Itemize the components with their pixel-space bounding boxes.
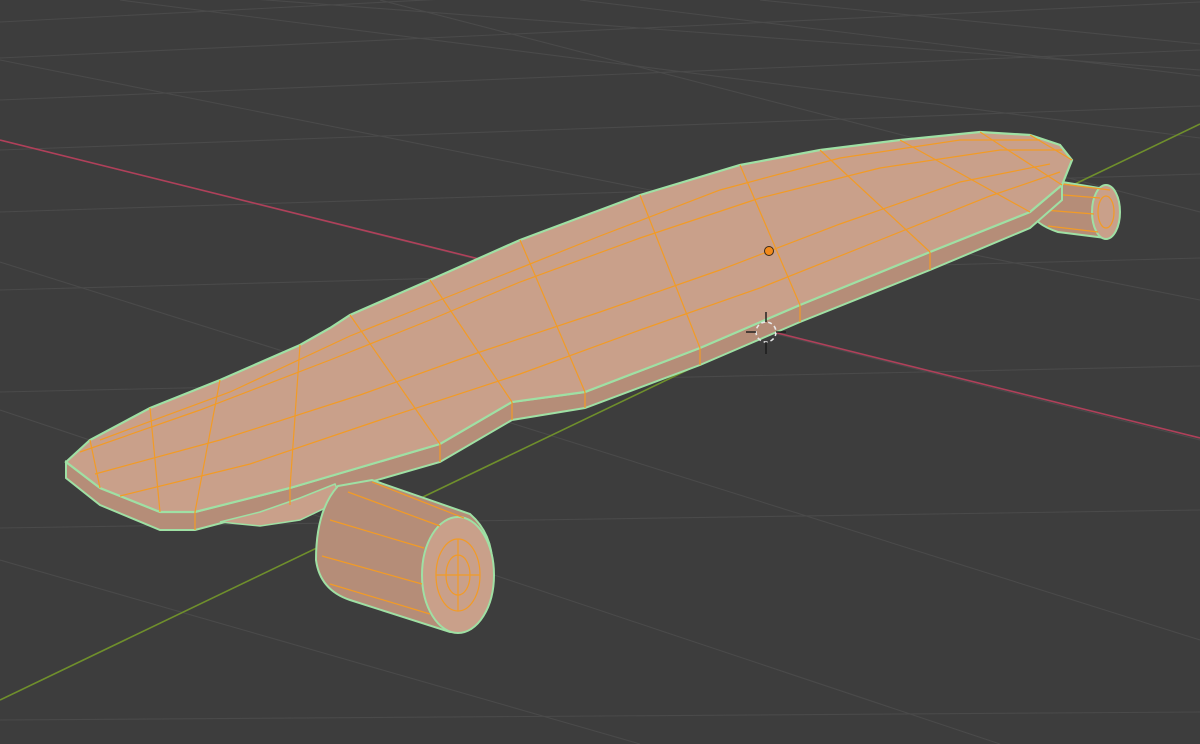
- front-wheel[interactable]: [314, 478, 495, 634]
- viewport-canvas[interactable]: [0, 0, 1200, 744]
- object-origin-dot[interactable]: [764, 246, 774, 256]
- 3d-viewport[interactable]: [0, 0, 1200, 744]
- skateboard-mesh[interactable]: [64, 130, 1121, 634]
